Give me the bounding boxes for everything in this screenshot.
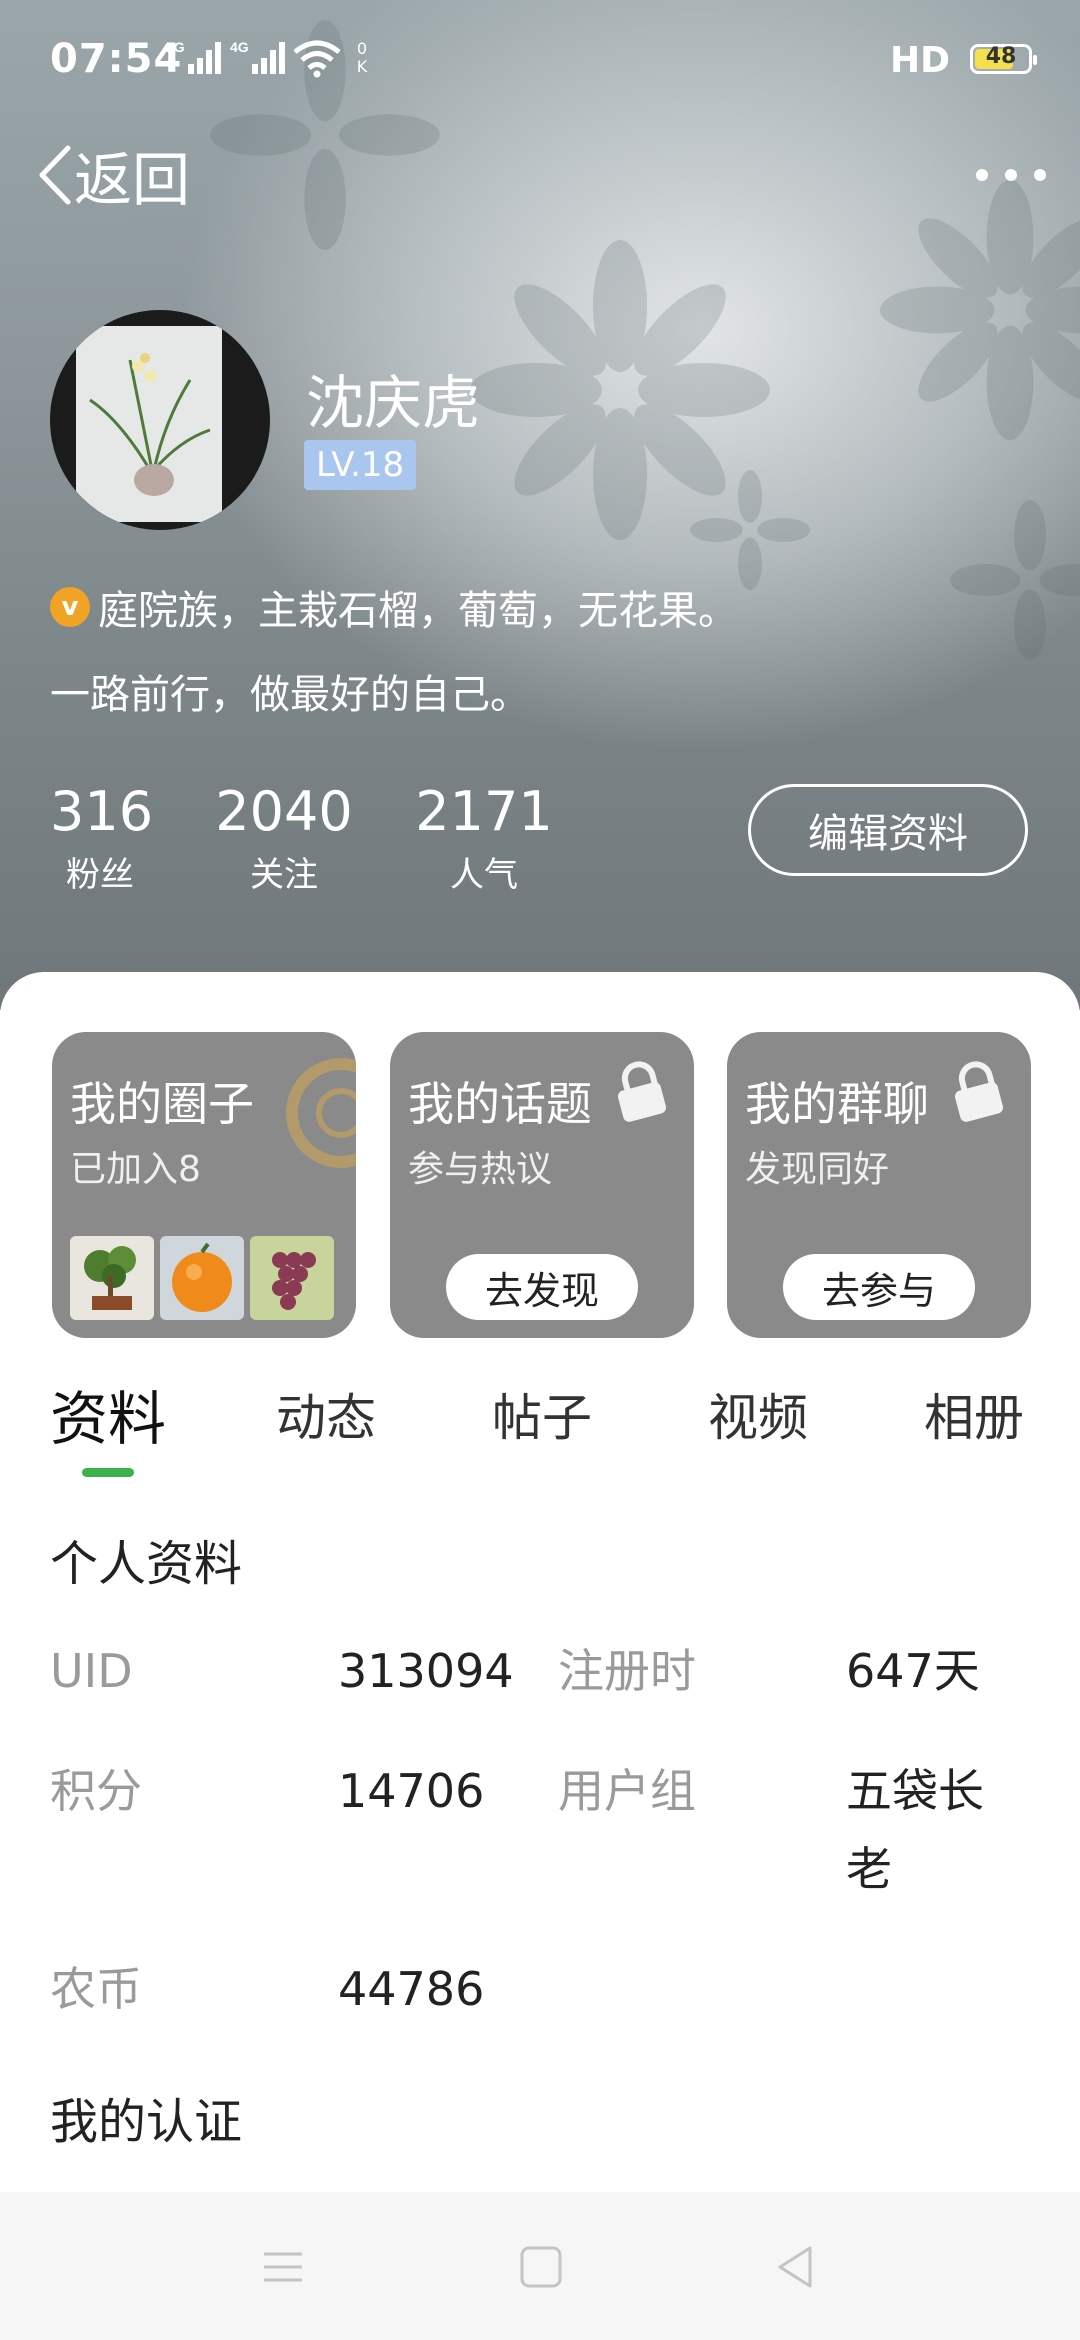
network-speed-unit: K xyxy=(356,57,368,76)
points-label: 积分 xyxy=(50,1764,142,1818)
stat-fans[interactable]: 316 粉丝 xyxy=(50,780,154,896)
svg-text:4G: 4G xyxy=(230,39,249,55)
my-circles-card[interactable]: 我的圈子 已加入8 xyxy=(52,1032,356,1338)
username: 沈庆虎 xyxy=(306,369,481,437)
status-time: 07:54 xyxy=(50,36,183,82)
more-button[interactable] xyxy=(976,150,1046,200)
card-subtitle: 发现同好 xyxy=(745,1149,890,1190)
stat-value: 316 xyxy=(50,780,154,843)
tab-profile-info[interactable]: 资料 xyxy=(50,1372,166,1456)
stat-value: 2040 xyxy=(215,780,353,843)
more-dot xyxy=(1005,169,1017,181)
system-navigation-bar xyxy=(0,2192,1080,2340)
active-tab-indicator xyxy=(82,1468,134,1477)
card-title: 我的圈子 xyxy=(70,1077,254,1131)
back-triangle-icon[interactable] xyxy=(770,2242,820,2292)
battery-level: 48 xyxy=(985,44,1017,69)
edit-profile-button[interactable]: 编辑资料 xyxy=(748,784,1028,876)
card-title: 我的话题 xyxy=(408,1077,592,1131)
stat-popularity[interactable]: 2171 人气 xyxy=(414,780,554,896)
grape-thumbnail xyxy=(250,1236,334,1320)
personal-info-title: 个人资料 xyxy=(50,1536,243,1592)
avatar-image xyxy=(76,326,222,522)
points-value: 14706 xyxy=(338,1764,485,1818)
circle-logo-icon xyxy=(286,1058,356,1168)
coins-value: 44786 xyxy=(338,1962,485,2016)
more-dot xyxy=(1034,169,1046,181)
bio-text: 庭院族，主栽石榴，葡萄，无花果。 xyxy=(98,588,738,634)
network-speed-value: 0 xyxy=(356,39,368,58)
lock-icon xyxy=(617,1061,667,1122)
certification-title: 我的认证 xyxy=(50,2094,243,2150)
home-square-icon[interactable] xyxy=(516,2242,566,2292)
tab-videos[interactable]: 视频 xyxy=(708,1378,808,1450)
user-group-value: 五袋长老 xyxy=(846,1764,984,1896)
status-bar: 07:54 2G 4G 0 K HD 48 xyxy=(0,0,1080,120)
flower-decoration xyxy=(880,180,1080,440)
profile-content-sheet: 我的圈子 已加入8 我的话题 参与热议 去发现 我的群聊 发现同好 去参与 资料… xyxy=(0,972,1080,2192)
more-dot xyxy=(976,169,988,181)
card-title: 我的群聊 xyxy=(745,1077,929,1131)
svg-text:2G: 2G xyxy=(166,39,185,55)
bonsai-thumbnail xyxy=(70,1236,154,1320)
my-group-chats-card[interactable]: 我的群聊 发现同好 去参与 xyxy=(727,1032,1031,1338)
my-topics-card[interactable]: 我的话题 参与热议 去发现 xyxy=(390,1032,694,1338)
user-group-label: 用户组 xyxy=(558,1764,696,1818)
orange-thumbnail xyxy=(160,1236,244,1320)
hd-voice-indicator: HD xyxy=(889,40,950,81)
card-subtitle: 已加入8 xyxy=(70,1149,201,1190)
uid-label: UID xyxy=(50,1644,133,1698)
join-button[interactable]: 去参与 xyxy=(783,1254,975,1320)
cell-signal-4g-icon: 4G xyxy=(230,39,285,74)
registered-label: 注册时 xyxy=(558,1644,696,1698)
stat-value: 2171 xyxy=(415,780,553,843)
flower-decoration xyxy=(950,500,1080,660)
lock-icon xyxy=(954,1061,1004,1122)
back-label: 返回 xyxy=(74,146,191,214)
discover-button[interactable]: 去发现 xyxy=(446,1254,638,1320)
bio-line-1: v 庭院族，主栽石榴，葡萄，无花果。 xyxy=(50,578,738,636)
avatar[interactable] xyxy=(50,310,270,530)
uid-value: 313094 xyxy=(338,1644,514,1698)
coins-label: 农币 xyxy=(50,1962,142,2016)
tab-album[interactable]: 相册 xyxy=(924,1378,1024,1450)
stat-following[interactable]: 2040 关注 xyxy=(214,780,354,896)
level-badge: LV.18 xyxy=(304,440,417,490)
network-speed: 0 K xyxy=(352,40,372,76)
bio-line-2: 一路前行，做最好的自己。 xyxy=(50,672,530,718)
flower-decoration xyxy=(690,470,810,590)
chevron-left-icon xyxy=(39,145,71,205)
stat-label: 人气 xyxy=(450,855,518,895)
registered-value: 647天 xyxy=(846,1644,980,1698)
card-subtitle: 参与热议 xyxy=(408,1149,553,1190)
cell-signal-2g-icon: 2G xyxy=(166,39,221,74)
tab-activity[interactable]: 动态 xyxy=(276,1378,376,1450)
profile-tabs: 资料 动态 帖子 视频 相册 xyxy=(0,1378,1080,1488)
wifi-icon xyxy=(293,40,341,78)
stat-label: 粉丝 xyxy=(66,855,134,895)
menu-icon[interactable] xyxy=(258,2242,308,2292)
back-button[interactable]: 返回 xyxy=(34,140,190,214)
battery-icon: 48 xyxy=(970,44,1037,74)
verified-badge-icon: v xyxy=(50,587,90,627)
circle-thumbnails xyxy=(70,1236,334,1320)
stat-label: 关注 xyxy=(250,855,318,895)
tab-posts[interactable]: 帖子 xyxy=(492,1378,592,1450)
